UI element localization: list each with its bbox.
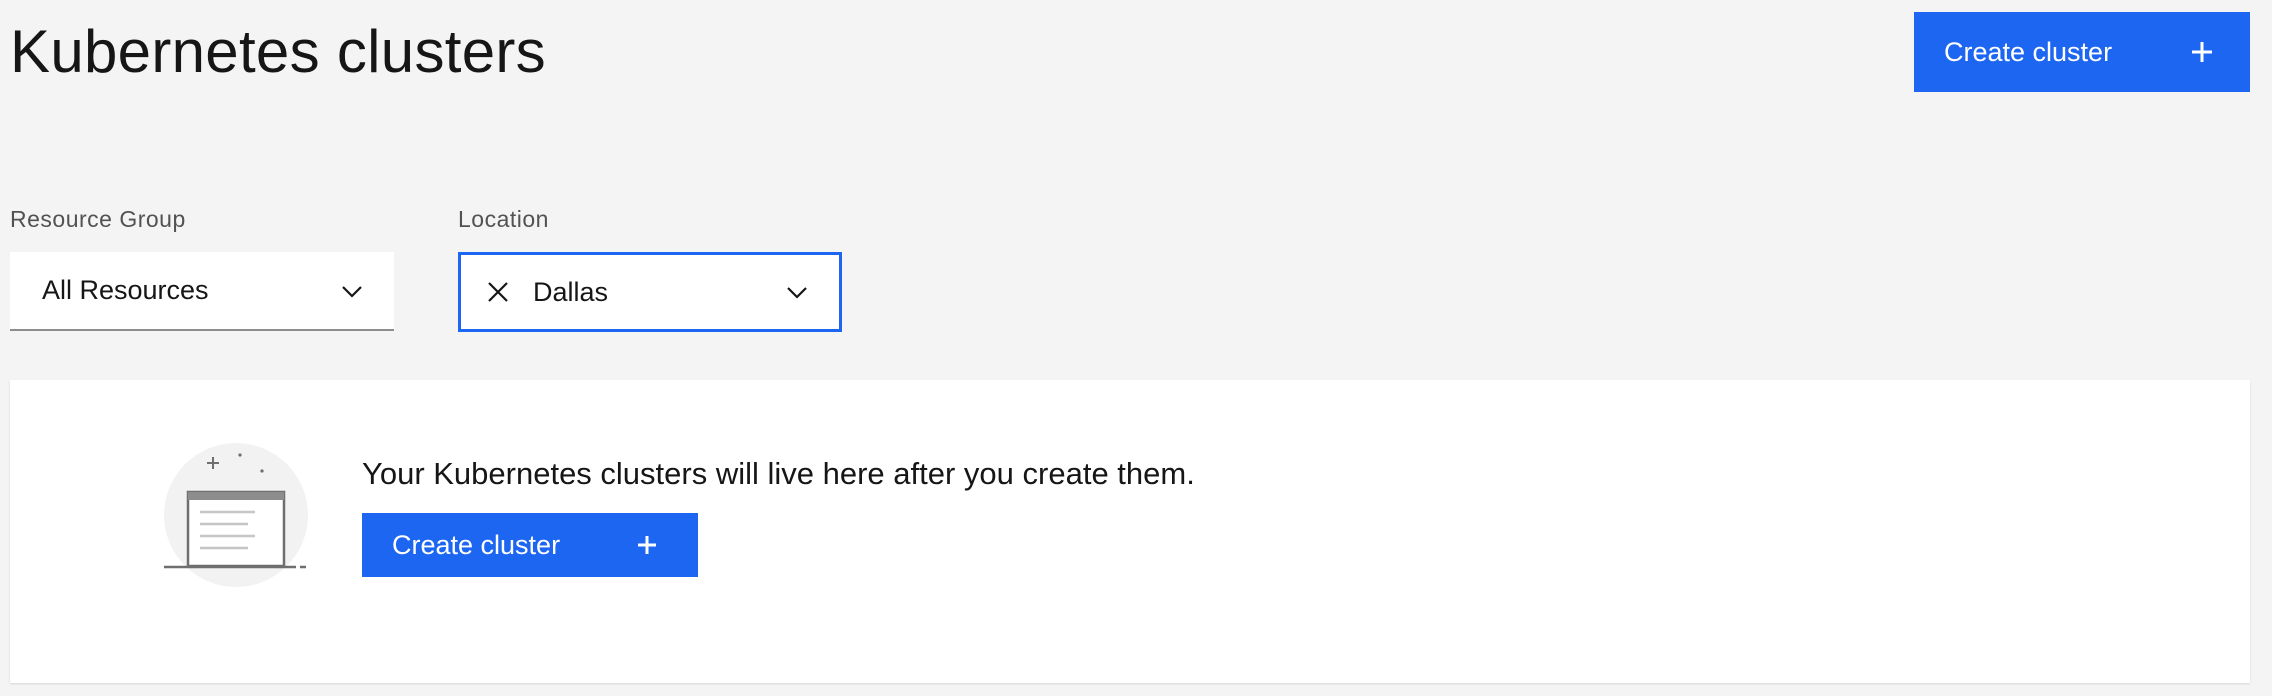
page-title: Kubernetes clusters — [10, 18, 546, 85]
create-cluster-empty-button[interactable]: Create cluster — [362, 513, 698, 577]
chevron-down-icon — [342, 285, 362, 298]
resource-group-dropdown[interactable]: All Resources — [10, 252, 394, 331]
resource-group-value: All Resources — [42, 275, 209, 305]
location-label: Location — [458, 206, 549, 232]
create-cluster-button[interactable]: Create cluster — [1914, 12, 2250, 92]
empty-state-panel: Your Kubernetes clusters will live here … — [10, 380, 2250, 683]
resource-group-label: Resource Group — [10, 206, 186, 232]
plus-icon — [2192, 42, 2212, 62]
create-cluster-empty-button-label: Create cluster — [392, 529, 561, 560]
chevron-down-icon — [787, 287, 807, 299]
close-icon[interactable] — [487, 281, 509, 303]
empty-state-message: Your Kubernetes clusters will live here … — [362, 456, 1195, 491]
location-value: Dallas — [533, 276, 609, 307]
empty-clusters-illustration — [164, 443, 308, 587]
create-cluster-button-label: Create cluster — [1944, 36, 2113, 67]
location-dropdown[interactable]: Dallas — [458, 252, 842, 332]
plus-icon — [638, 536, 656, 554]
